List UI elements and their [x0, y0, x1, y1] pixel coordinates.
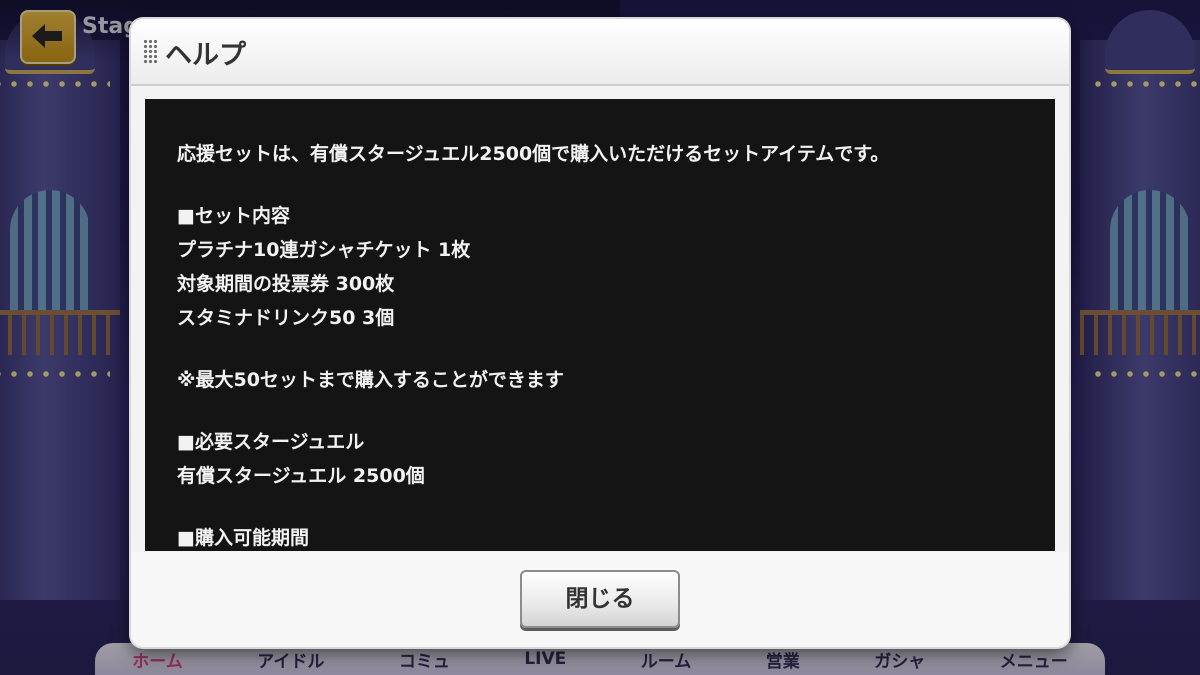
dialog-header: ヘルプ: [131, 19, 1069, 86]
help-line: スタミナドリンク50 3個: [177, 307, 395, 329]
help-line: ■購入可能期間: [177, 527, 309, 549]
close-button[interactable]: 閉じる: [520, 570, 680, 628]
help-line: 有償スタージュエル 2500個: [177, 465, 425, 487]
dialog-footer: 閉じる: [131, 552, 1069, 647]
grip-icon: [143, 39, 159, 65]
help-line: プラチナ10連ガシャチケット 1枚: [177, 239, 471, 261]
help-line: ■必要スタージュエル: [177, 431, 365, 453]
help-line: ■セット内容: [177, 205, 290, 227]
help-line: 応援セットは、有償スタージュエル2500個で購入いただけるセットアイテムです。: [177, 143, 890, 165]
help-line: ※最大50セットまで購入することができます: [177, 369, 564, 391]
help-content[interactable]: 応援セットは、有償スタージュエル2500個で購入いただけるセットアイテムです。 …: [145, 99, 1055, 551]
help-text: 応援セットは、有償スタージュエル2500個で購入いただけるセットアイテムです。 …: [145, 99, 1055, 551]
help-line: 対象期間の投票券 300枚: [177, 273, 395, 295]
dialog-title: ヘルプ: [165, 40, 246, 71]
help-dialog: ヘルプ 応援セットは、有償スタージュエル2500個で購入いただけるセットアイテム…: [131, 19, 1069, 647]
